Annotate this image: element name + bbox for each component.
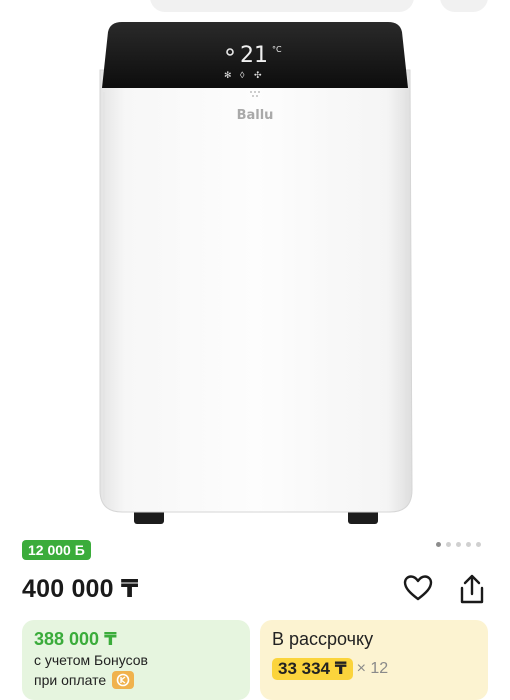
display-temperature: 21 [240, 43, 268, 68]
bonus-points-badge: 12 000 Б [22, 540, 91, 560]
brand-logo: Ballu [237, 108, 274, 123]
heart-icon [403, 575, 433, 601]
share-icon [460, 574, 484, 604]
gallery-dot[interactable] [436, 542, 441, 547]
fan-icon: ✣ [254, 70, 262, 80]
product-price: 400 000 ₸ [22, 575, 139, 603]
kaspi-bonus-icon [112, 671, 135, 689]
bonus-price-card[interactable]: 388 000 ₸ с учетом Бонусов при оплате [22, 620, 250, 700]
installment-card[interactable]: В рассрочку 33 334 ₸ × 12 [260, 620, 488, 700]
installment-amount: 33 334 ₸ [272, 658, 353, 680]
share-button[interactable] [456, 572, 488, 606]
favorite-button[interactable] [402, 572, 434, 604]
display-unit: °C [272, 45, 282, 54]
bonus-caption-line2: при оплате [34, 672, 107, 688]
drop-icon: ◊ [240, 70, 245, 80]
installment-title: В рассрочку [272, 629, 374, 649]
installment-multiplier: × 12 [356, 660, 389, 677]
gallery-dot[interactable] [456, 542, 461, 547]
bonus-caption-line1: с учетом Бонусов [34, 652, 148, 668]
bonus-price: 388 000 ₸ [34, 629, 117, 649]
gallery-dot[interactable] [466, 542, 471, 547]
snowflake-icon: ✻ [224, 70, 232, 80]
unit-body [99, 69, 413, 513]
product-image[interactable]: 21 °C ✻ ◊ ✣ Ballu [0, 0, 510, 530]
gallery-dot[interactable] [446, 542, 451, 547]
gallery-pagination [436, 542, 481, 547]
gallery-dot[interactable] [476, 542, 481, 547]
